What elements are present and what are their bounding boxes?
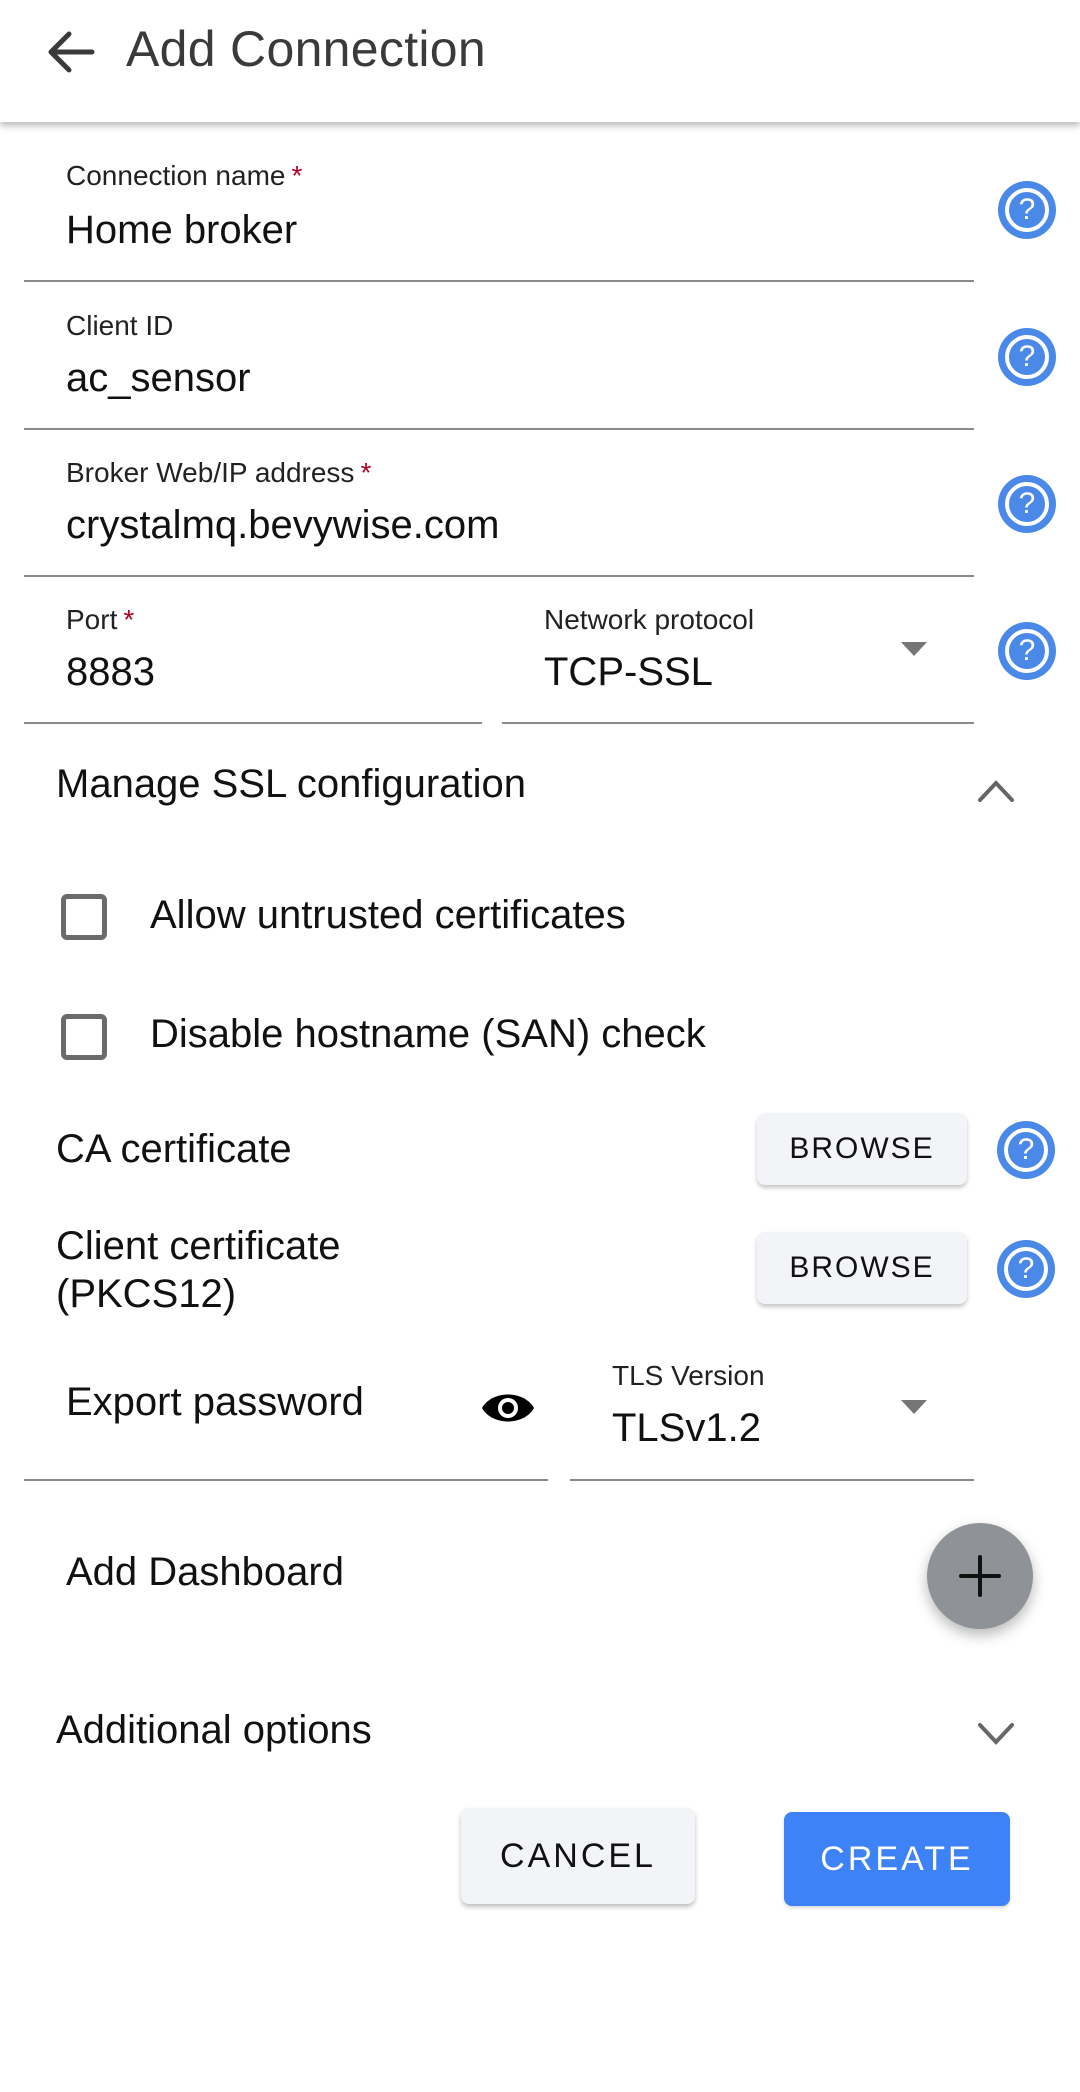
help-icon: ? [1005, 188, 1049, 232]
client-id-label: Client ID [66, 310, 174, 341]
connection-name-help-button[interactable]: ? [998, 181, 1056, 239]
ca-certificate-help-button[interactable]: ? [997, 1121, 1055, 1179]
client-certificate-label-line2: (PKCS12) [56, 1272, 237, 1316]
underline [502, 722, 974, 724]
network-protocol-value: TCP-SSL [544, 650, 713, 694]
network-protocol-help-button[interactable]: ? [998, 622, 1056, 680]
chevron-down-icon[interactable] [976, 1713, 1016, 1753]
disable-hostname-label[interactable]: Disable hostname (SAN) check [150, 1012, 706, 1057]
additional-options-header[interactable]: Additional options [56, 1708, 372, 1753]
underline [24, 428, 974, 430]
help-icon: ? [1005, 482, 1049, 526]
underline [24, 575, 974, 577]
client-id-field[interactable]: Client ID ac_sensor [24, 298, 974, 430]
underline [24, 280, 974, 282]
client-certificate-help-button[interactable]: ? [997, 1240, 1055, 1298]
underline [24, 722, 482, 724]
client-id-input[interactable]: ac_sensor [66, 356, 251, 401]
eye-icon[interactable] [480, 1388, 536, 1428]
required-asterisk: * [360, 457, 372, 488]
allow-untrusted-checkbox[interactable] [61, 894, 107, 940]
create-button[interactable]: CREATE [784, 1812, 1010, 1906]
ca-certificate-label: CA certificate [56, 1127, 292, 1171]
tls-version-select[interactable]: TLS Version TLSv1.2 [570, 1350, 974, 1481]
client-certificate-browse-button[interactable]: BROWSE [757, 1232, 967, 1304]
export-password-placeholder[interactable]: Export password [66, 1380, 364, 1425]
connection-name-label: Connection name * [66, 160, 303, 191]
tls-version-value: TLSv1.2 [612, 1406, 761, 1450]
add-dashboard-button[interactable] [927, 1523, 1033, 1629]
tls-version-label: TLS Version [612, 1360, 765, 1391]
broker-address-input[interactable]: crystalmq.bevywise.com [66, 503, 499, 548]
broker-address-field[interactable]: Broker Web/IP address * crystalmq.bevywis… [24, 445, 974, 577]
back-button[interactable] [40, 22, 100, 82]
required-asterisk: * [291, 160, 303, 191]
cancel-button[interactable]: CANCEL [461, 1808, 695, 1904]
help-icon: ? [1005, 335, 1049, 379]
network-protocol-select[interactable]: Network protocol TCP-SSL [502, 592, 974, 724]
app-bar: Add Connection [0, 0, 1080, 122]
client-certificate-label: Client certificate (PKCS12) [56, 1222, 341, 1318]
client-id-help-button[interactable]: ? [998, 328, 1056, 386]
connection-name-field[interactable]: Connection name * Home broker [24, 150, 974, 282]
ca-certificate-browse-button[interactable]: BROWSE [757, 1113, 967, 1185]
add-dashboard-label: Add Dashboard [66, 1550, 344, 1594]
port-field[interactable]: Port * 8883 [24, 592, 482, 724]
ssl-section-header[interactable]: Manage SSL configuration [56, 762, 526, 807]
dropdown-arrow-icon [901, 1400, 927, 1414]
arrow-left-icon [48, 31, 95, 73]
dropdown-arrow-icon [901, 642, 927, 656]
port-label: Port * [66, 604, 135, 635]
page-title: Add Connection [126, 21, 487, 77]
broker-address-label: Broker Web/IP address * [66, 457, 372, 488]
broker-address-help-button[interactable]: ? [998, 475, 1056, 533]
help-icon: ? [1004, 1247, 1048, 1291]
underline [24, 1479, 548, 1481]
disable-hostname-checkbox[interactable] [61, 1014, 107, 1060]
required-asterisk: * [123, 604, 135, 635]
underline [570, 1479, 974, 1481]
plus-icon [959, 1555, 1001, 1597]
chevron-up-icon[interactable] [976, 770, 1016, 810]
network-protocol-label: Network protocol [544, 604, 755, 635]
help-icon: ? [1004, 1128, 1048, 1172]
client-certificate-label-line1: Client certificate [56, 1224, 341, 1268]
connection-name-input[interactable]: Home broker [66, 208, 297, 253]
help-icon: ? [1005, 629, 1049, 673]
port-input[interactable]: 8883 [66, 650, 155, 695]
allow-untrusted-label[interactable]: Allow untrusted certificates [150, 893, 626, 938]
export-password-field[interactable]: Export password [24, 1350, 548, 1481]
